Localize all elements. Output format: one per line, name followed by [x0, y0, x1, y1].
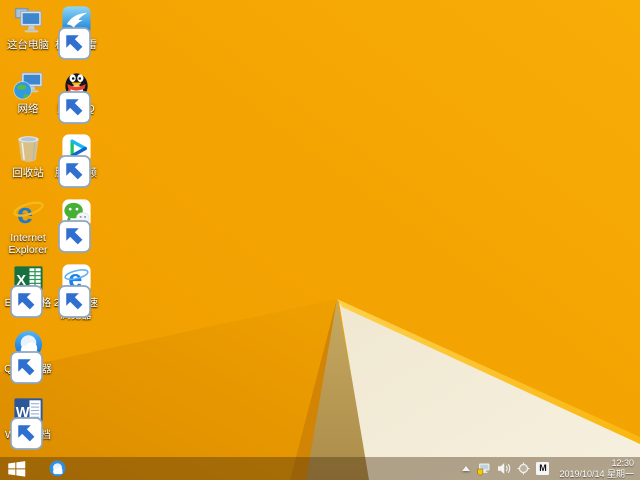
- desktop-icon-xunlei-speed[interactable]: 极速迅雷: [50, 4, 102, 60]
- word-icon: W: [9, 394, 45, 450]
- taskbar-qq-browser-button[interactable]: [42, 457, 72, 480]
- shortcut-arrow-icon: [57, 91, 91, 124]
- volume-icon: [498, 463, 511, 474]
- shortcut-arrow-icon: [57, 285, 91, 318]
- qq-penguin-icon: [57, 68, 93, 124]
- xunlei-icon: [57, 4, 93, 60]
- icon-label: 这台电脑: [7, 39, 49, 51]
- start-button[interactable]: [0, 457, 34, 480]
- this-pc-icon: [12, 4, 45, 37]
- icon-label: 回收站: [12, 167, 44, 179]
- clock-time: 12:30: [611, 458, 634, 468]
- 2345-browser-icon: e: [57, 262, 93, 318]
- desktop-icon-network[interactable]: 网络: [2, 68, 54, 115]
- desktop-icon-wechat[interactable]: 微信: [50, 197, 102, 253]
- show-hidden-icons-button[interactable]: [462, 466, 471, 471]
- desktop-icon-word[interactable]: W Word文档: [2, 394, 54, 450]
- shortcut-arrow-icon: [9, 351, 43, 384]
- desktop-icon-tencent-video[interactable]: 腾讯视频: [50, 132, 102, 188]
- desktop-icon-qq-browser[interactable]: QQ浏览器: [2, 328, 54, 384]
- network-status-tray-icon[interactable]: [476, 462, 491, 476]
- network-warning-icon: [477, 463, 490, 475]
- desktop-icon-tencent-qq[interactable]: 腾讯QQ: [50, 68, 102, 124]
- excel-icon: X: [9, 262, 45, 318]
- ime-label: M: [536, 462, 550, 475]
- shortcut-arrow-icon: [9, 285, 43, 318]
- taskbar-clock[interactable]: 12:30 2019/10/14 星期一: [559, 458, 634, 479]
- ime-indicator[interactable]: M: [536, 462, 550, 475]
- desktop-icon-internet-explorer[interactable]: e Internet Explorer: [2, 197, 54, 256]
- qq-browser-icon: [49, 460, 65, 477]
- shortcut-arrow-icon: [57, 220, 91, 253]
- shortcut-arrow-icon: [57, 27, 91, 60]
- recycle-bin-icon: [12, 132, 45, 165]
- taskbar: M 12:30 2019/10/14 星期一: [0, 457, 640, 480]
- desktop-icon-recycle-bin[interactable]: 回收站: [2, 132, 54, 179]
- clock-date: 2019/10/14 星期一: [559, 468, 634, 479]
- network-icon: [12, 68, 45, 101]
- shortcut-arrow-icon: [57, 155, 91, 188]
- desktop-icon-this-pc[interactable]: 这台电脑: [2, 4, 54, 51]
- app-tray-icon[interactable]: [517, 462, 530, 475]
- internet-explorer-icon: e: [12, 197, 45, 230]
- desktop: 这台电脑 网络 回收站 e Internet Explorer X W e M …: [0, 0, 640, 480]
- icon-label: 网络: [17, 103, 39, 115]
- tencent-video-icon: [57, 132, 93, 188]
- wechat-icon: [57, 197, 93, 253]
- shortcut-arrow-icon: [9, 417, 43, 450]
- crosshair-icon: [517, 462, 530, 475]
- desktop-icon-2345-browser[interactable]: e 2345加速浏览器: [50, 262, 102, 321]
- desktop-icon-excel[interactable]: X Excel表格: [2, 262, 54, 318]
- system-tray: M 12:30 2019/10/14 星期一: [462, 458, 634, 479]
- volume-tray-icon[interactable]: [497, 462, 511, 475]
- chevron-up-icon: [462, 466, 471, 471]
- icon-label: Internet Explorer: [8, 232, 48, 256]
- qq-browser-icon: [9, 328, 45, 384]
- windows-logo-icon: [8, 460, 26, 477]
